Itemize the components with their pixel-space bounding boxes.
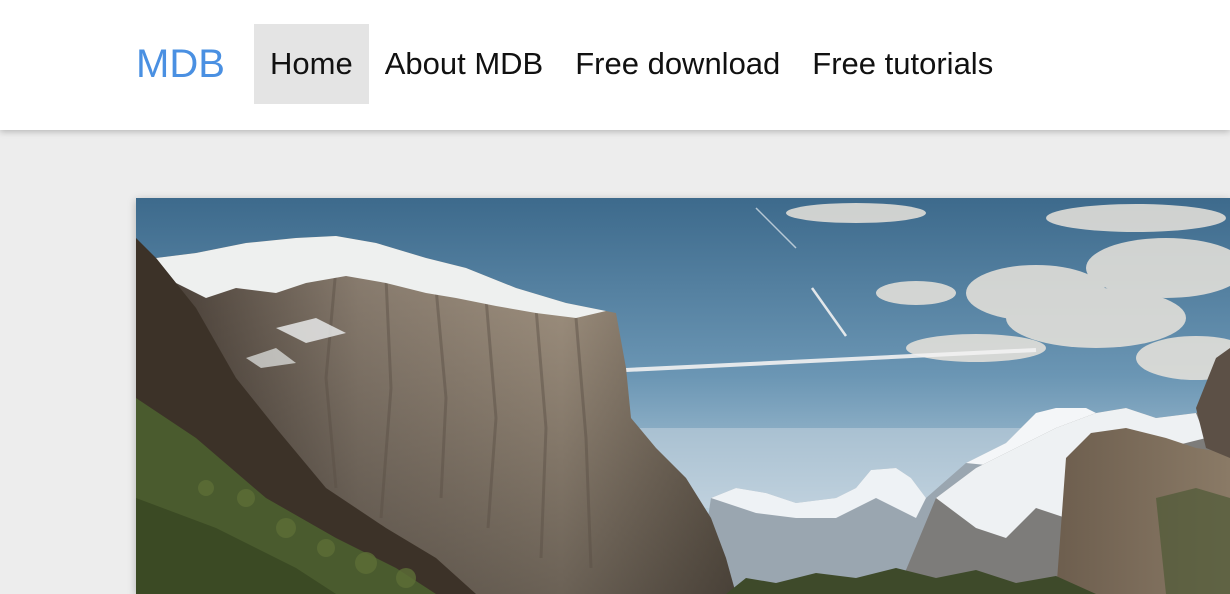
brand-logo[interactable]: MDB [136, 38, 225, 90]
nav-item-about-mdb[interactable]: About MDB [369, 24, 560, 104]
main-nav: Home About MDB Free download Free tutori… [254, 24, 1009, 104]
hero-image [136, 198, 1230, 594]
navbar: MDB Home About MDB Free download Free tu… [0, 0, 1230, 130]
nav-item-free-tutorials[interactable]: Free tutorials [796, 24, 1009, 104]
nav-item-home[interactable]: Home [254, 24, 369, 104]
mountain-landscape-image [136, 198, 1230, 594]
nav-item-free-download[interactable]: Free download [559, 24, 796, 104]
